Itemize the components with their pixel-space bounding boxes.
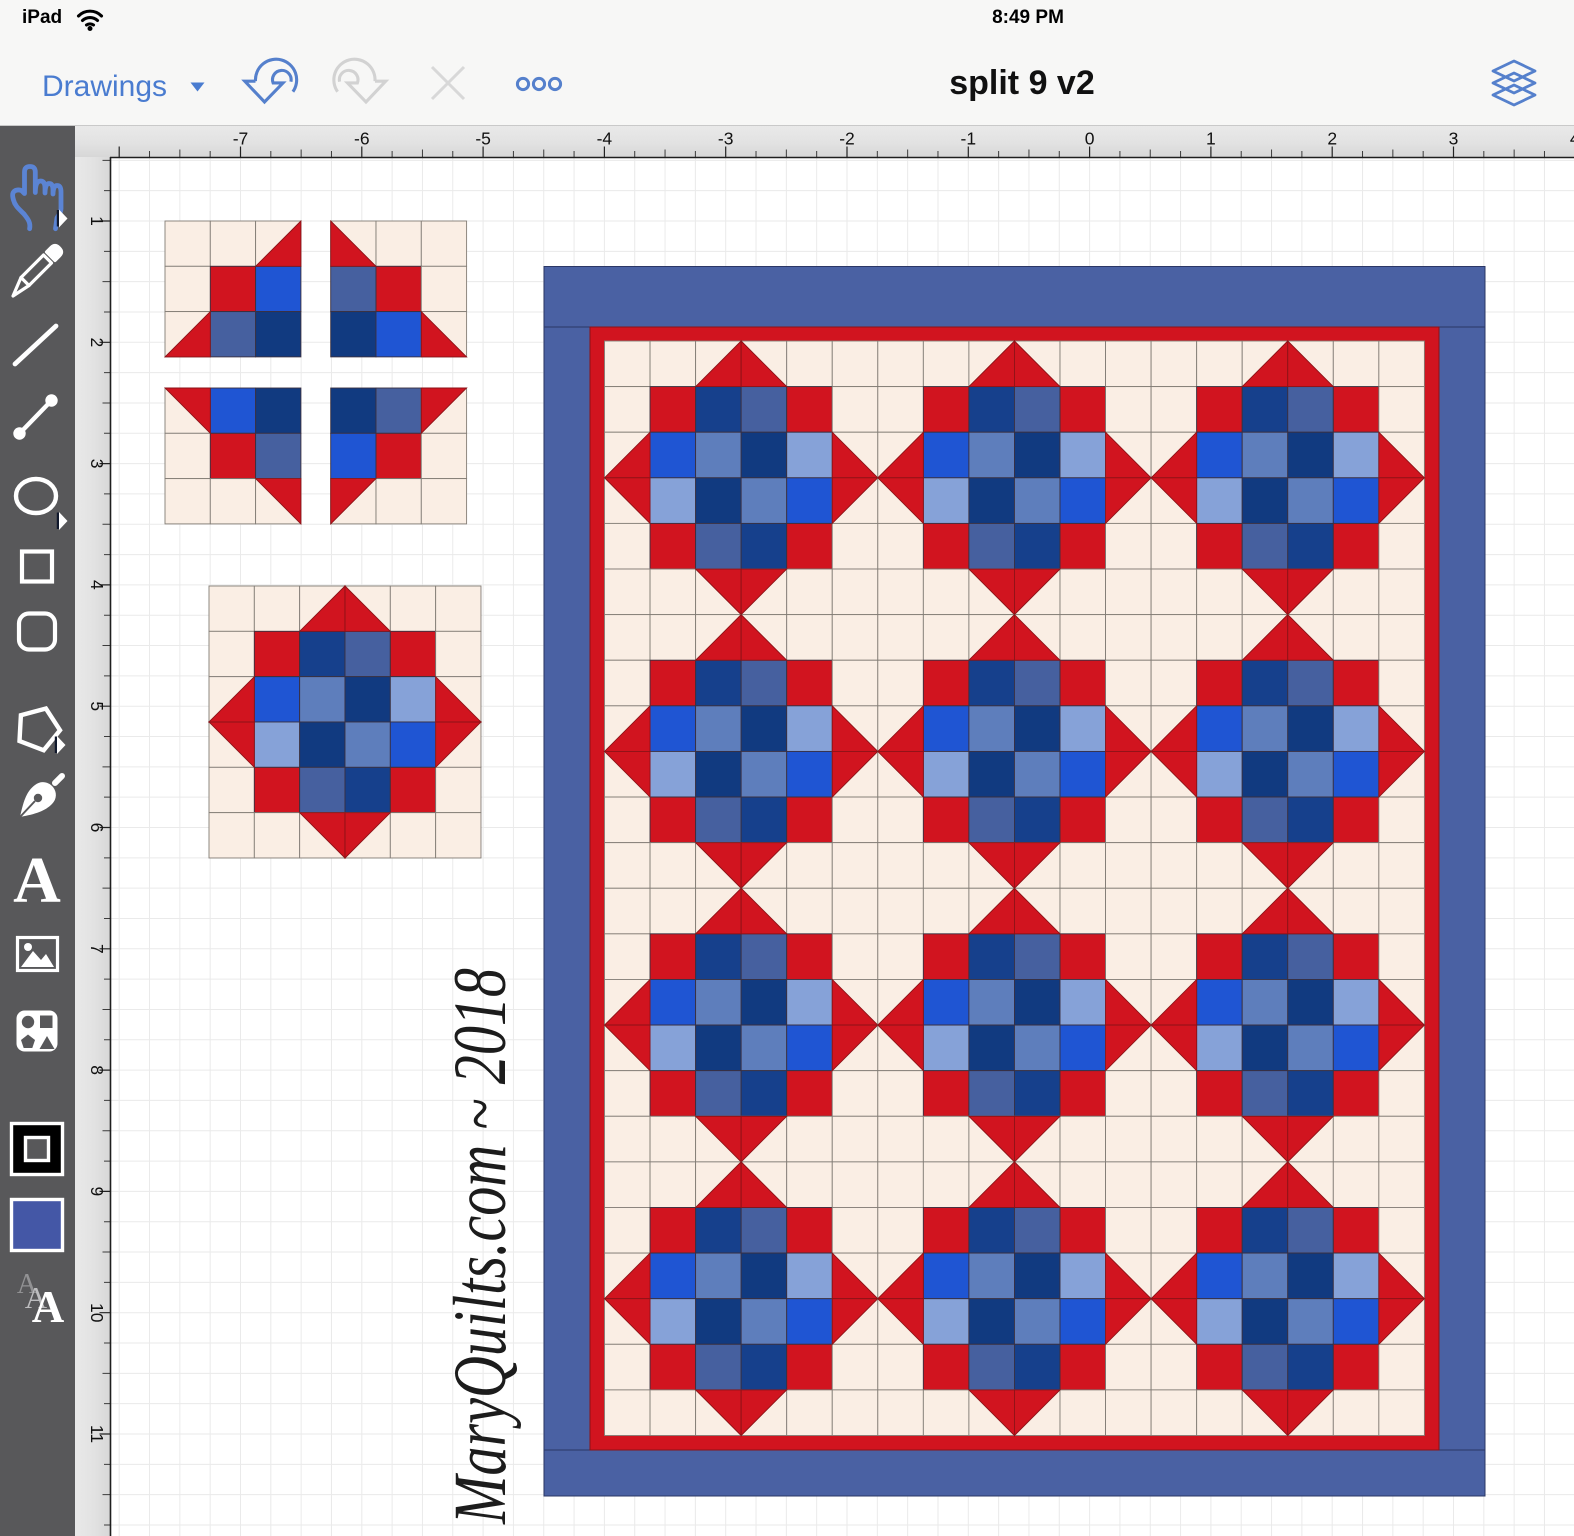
svg-text:-4: -4 — [597, 129, 613, 149]
svg-text:-3: -3 — [718, 129, 734, 149]
svg-text:7: 7 — [87, 944, 107, 954]
svg-text:MaryQuilts.com ~ 2018: MaryQuilts.com ~ 2018 — [438, 968, 522, 1525]
svg-text:11: 11 — [87, 1425, 107, 1443]
svg-text:-7: -7 — [233, 129, 249, 149]
svg-text:2: 2 — [87, 337, 107, 347]
svg-text:A: A — [32, 1282, 65, 1332]
svg-text:A: A — [13, 844, 61, 917]
svg-text:-1: -1 — [961, 129, 977, 149]
svg-text:1: 1 — [87, 216, 107, 226]
svg-text:6: 6 — [87, 823, 107, 833]
svg-text:5: 5 — [87, 701, 107, 711]
svg-text:8: 8 — [87, 1065, 107, 1075]
svg-text:-6: -6 — [354, 129, 370, 149]
svg-text:9: 9 — [87, 1187, 107, 1197]
svg-text:2: 2 — [1327, 129, 1337, 149]
svg-text:-2: -2 — [839, 129, 855, 149]
svg-text:4: 4 — [1570, 129, 1574, 149]
svg-text:4: 4 — [87, 580, 107, 590]
svg-text:-5: -5 — [475, 129, 491, 149]
svg-text:3: 3 — [1449, 129, 1459, 149]
svg-text:1: 1 — [1206, 129, 1216, 149]
svg-text:3: 3 — [87, 459, 107, 469]
svg-text:10: 10 — [87, 1303, 107, 1323]
svg-text:0: 0 — [1085, 129, 1095, 149]
